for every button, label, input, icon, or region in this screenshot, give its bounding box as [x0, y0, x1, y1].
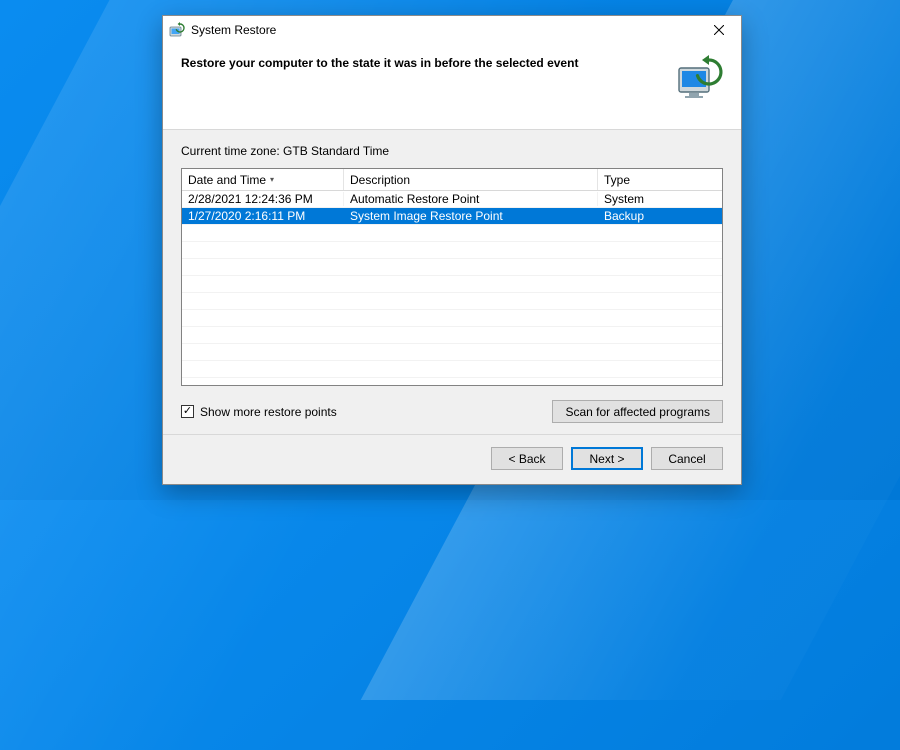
cell-description: System Image Restore Point — [344, 209, 598, 223]
checkbox-label: Show more restore points — [200, 405, 337, 419]
below-grid-controls: ✓ Show more restore points Scan for affe… — [181, 400, 723, 423]
column-header-description[interactable]: Description — [344, 169, 598, 190]
table-row-empty — [182, 225, 722, 242]
scan-affected-button[interactable]: Scan for affected programs — [552, 400, 723, 423]
table-row[interactable]: 1/27/2020 2:16:11 PM System Image Restor… — [182, 208, 722, 225]
table-row-empty — [182, 259, 722, 276]
check-icon: ✓ — [183, 406, 192, 417]
column-label: Description — [350, 173, 410, 187]
cell-datetime: 1/27/2020 2:16:11 PM — [182, 209, 344, 223]
table-row-empty — [182, 242, 722, 259]
table-row-empty — [182, 276, 722, 293]
table-row-empty — [182, 361, 722, 378]
back-button[interactable]: < Back — [491, 447, 563, 470]
column-label: Date and Time — [188, 173, 266, 187]
window-title: System Restore — [191, 23, 696, 37]
checkbox-box: ✓ — [181, 405, 194, 418]
cell-type: System — [598, 192, 722, 206]
titlebar: System Restore — [163, 16, 741, 44]
cell-datetime: 2/28/2021 12:24:36 PM — [182, 192, 344, 206]
cancel-button[interactable]: Cancel — [651, 447, 723, 470]
column-label: Type — [604, 173, 630, 187]
table-body: 2/28/2021 12:24:36 PM Automatic Restore … — [182, 191, 722, 385]
header-instruction: Restore your computer to the state it wa… — [181, 54, 667, 70]
close-icon — [714, 25, 724, 35]
table-header: Date and Time ▾ Description Type — [182, 169, 722, 191]
table-row-empty — [182, 293, 722, 310]
cell-type: Backup — [598, 209, 722, 223]
system-restore-window: System Restore Restore your computer to … — [162, 15, 742, 485]
sort-desc-icon: ▾ — [270, 175, 274, 184]
next-button[interactable]: Next > — [571, 447, 643, 470]
cell-description: Automatic Restore Point — [344, 192, 598, 206]
restore-large-icon — [675, 54, 723, 102]
wizard-header: Restore your computer to the state it wa… — [163, 44, 741, 130]
wizard-footer: < Back Next > Cancel — [163, 434, 741, 484]
table-row-empty — [182, 310, 722, 327]
timezone-label: Current time zone: GTB Standard Time — [181, 144, 723, 158]
restore-points-table: Date and Time ▾ Description Type 2/28/20… — [181, 168, 723, 386]
show-more-checkbox[interactable]: ✓ Show more restore points — [181, 405, 552, 419]
column-header-type[interactable]: Type — [598, 169, 722, 190]
close-button[interactable] — [696, 16, 741, 44]
table-row-empty — [182, 344, 722, 361]
table-row-empty — [182, 327, 722, 344]
restore-small-icon — [169, 22, 185, 38]
table-row[interactable]: 2/28/2021 12:24:36 PM Automatic Restore … — [182, 191, 722, 208]
wizard-body: Current time zone: GTB Standard Time Dat… — [163, 130, 741, 434]
column-header-datetime[interactable]: Date and Time ▾ — [182, 169, 344, 190]
